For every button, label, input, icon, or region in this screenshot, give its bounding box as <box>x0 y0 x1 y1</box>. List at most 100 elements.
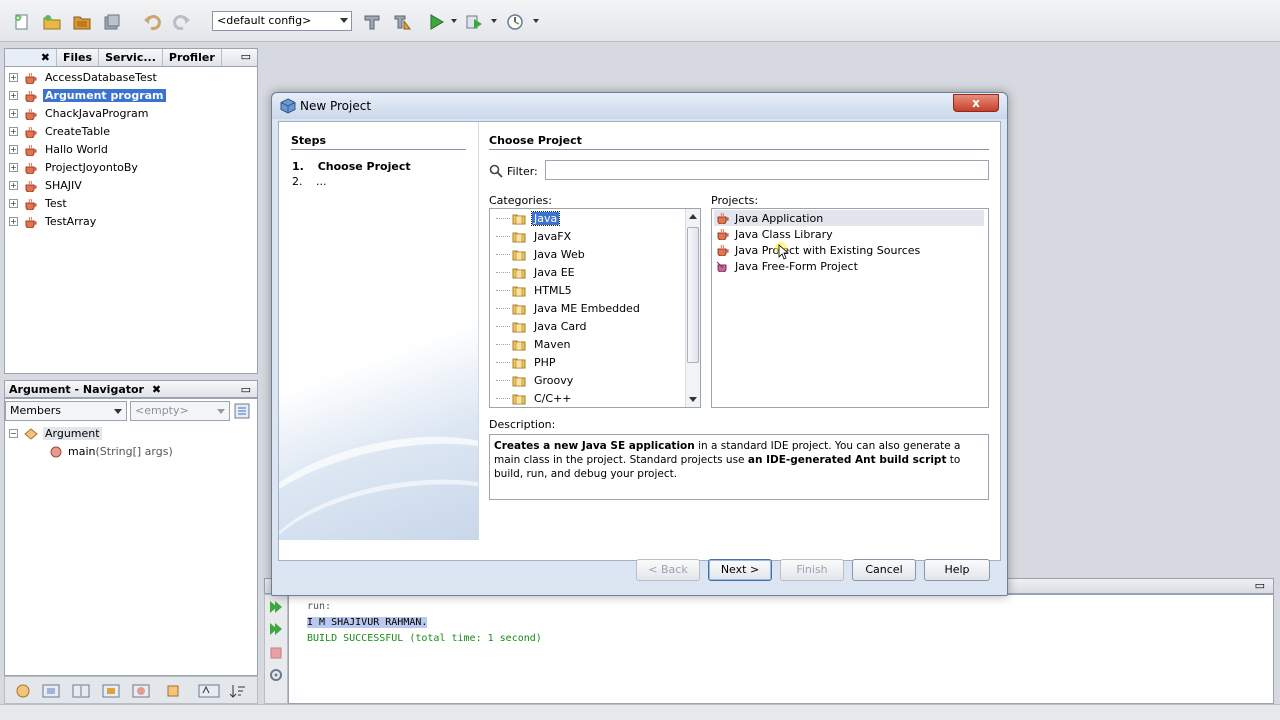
project-type-label: Java Class Library <box>735 227 833 241</box>
config-select[interactable]: <default config> <box>212 11 352 31</box>
close-icon[interactable]: ✖ <box>152 383 161 396</box>
navigator-class-node[interactable]: − Argument <box>9 425 102 442</box>
project-node[interactable]: + TestArray <box>9 213 98 230</box>
category-item[interactable]: JavaFX <box>496 228 573 245</box>
settings-icon[interactable] <box>268 667 284 683</box>
category-item[interactable]: PHP <box>496 354 558 371</box>
scroll-down-icon[interactable] <box>689 397 697 402</box>
filter-static-icon[interactable] <box>71 683 91 699</box>
profile-dropdown-icon[interactable] <box>533 19 539 23</box>
category-item[interactable]: Groovy <box>496 372 575 389</box>
help-button[interactable]: Help <box>924 559 990 581</box>
debug-dropdown-icon[interactable] <box>491 19 497 23</box>
redo-icon[interactable] <box>170 10 194 34</box>
filter-fields-icon[interactable] <box>41 683 61 699</box>
clean-build-icon[interactable] <box>390 10 414 34</box>
tab-files[interactable]: Files <box>57 49 100 67</box>
project-node[interactable]: + ChackJavaProgram <box>9 105 150 122</box>
profile-icon[interactable] <box>503 10 527 34</box>
cancel-button[interactable]: Cancel <box>852 559 916 581</box>
members-select-value: Members <box>10 404 61 417</box>
build-icon[interactable] <box>360 10 384 34</box>
new-project-dialog: New Project x Steps 1. Choose Project 2.… <box>271 92 1008 596</box>
project-node[interactable]: + ProjectJoyontoBy <box>9 159 140 176</box>
category-item[interactable]: Java EE <box>496 264 577 281</box>
output-console[interactable]: run: I M SHAJIVUR RAHMAN. BUILD SUCCESSF… <box>288 594 1274 704</box>
tree-connector <box>496 326 510 327</box>
navigator-filter-value: <empty> <box>135 404 189 417</box>
status-bar <box>0 704 1280 720</box>
project-type-item[interactable]: Java Class Library <box>714 226 984 242</box>
output-line-message: I M SHAJIVUR RAHMAN. <box>307 617 428 628</box>
project-type-label: Java Application <box>735 211 824 225</box>
open-project-icon[interactable] <box>70 10 94 34</box>
stop-icon[interactable] <box>268 645 284 661</box>
filter-nonpublic-icon[interactable] <box>101 683 121 699</box>
categories-scrollbar[interactable] <box>685 209 700 407</box>
category-item[interactable]: Maven <box>496 336 572 353</box>
project-node[interactable]: + SHAJIV <box>9 177 84 194</box>
navigator-toolbar <box>4 676 258 704</box>
navigator-options-icon[interactable] <box>233 402 251 420</box>
expand-icon[interactable]: + <box>9 163 18 172</box>
rerun-with-params-icon[interactable] <box>268 621 284 637</box>
run-dropdown-icon[interactable] <box>451 19 457 23</box>
sort-by-source-icon[interactable] <box>229 683 247 699</box>
expand-icon[interactable]: + <box>9 217 18 226</box>
tab-projects[interactable]: ✖ <box>5 49 57 67</box>
expand-icon[interactable]: + <box>9 145 18 154</box>
filter-inner-icon[interactable] <box>131 683 151 699</box>
collapse-icon[interactable]: − <box>9 429 18 438</box>
expand-icon[interactable]: + <box>9 199 18 208</box>
navigator-method-node[interactable]: main (String[] args) <box>49 443 173 460</box>
category-item[interactable]: C/C++ <box>496 390 574 407</box>
undo-icon[interactable] <box>140 10 164 34</box>
project-type-item[interactable]: Java Free-Form Project <box>714 258 984 274</box>
sort-by-name-icon[interactable] <box>197 683 221 699</box>
category-item[interactable]: Java ME Embedded <box>496 300 642 317</box>
category-item[interactable]: Java <box>496 210 561 227</box>
expand-icon[interactable]: + <box>9 109 18 118</box>
new-file-icon[interactable] <box>10 10 34 34</box>
minimize-icon[interactable]: ▭ <box>235 49 257 66</box>
project-type-item[interactable]: Java Project with Existing Sources <box>714 242 984 258</box>
close-button[interactable]: x <box>953 94 999 112</box>
expand-icon[interactable]: + <box>9 91 18 100</box>
step-label: Choose Project <box>317 160 411 173</box>
close-icon[interactable]: ✖ <box>41 51 50 64</box>
minimize-icon[interactable]: ▭ <box>1255 579 1265 592</box>
filter-input[interactable] <box>545 160 989 180</box>
project-node[interactable]: + AccessDatabaseTest <box>9 69 159 86</box>
project-type-item[interactable]: Java Application <box>714 210 984 226</box>
scrollbar-thumb[interactable] <box>687 227 699 363</box>
sort-type-icon[interactable] <box>165 683 181 699</box>
java-project-icon <box>25 144 37 156</box>
minimize-icon[interactable]: ▭ <box>241 383 251 396</box>
project-node[interactable]: + Argument program <box>9 87 166 104</box>
categories-list[interactable]: C/C++ Groovy PHP Maven Java Card Java ME Embe… <box>489 208 701 408</box>
expand-icon[interactable]: + <box>9 73 18 82</box>
tab-profiler[interactable]: Profiler <box>163 49 222 67</box>
debug-icon[interactable] <box>462 10 486 34</box>
project-node[interactable]: + Test <box>9 195 69 212</box>
rerun-icon[interactable] <box>268 599 284 615</box>
project-node[interactable]: + CreateTable <box>9 123 112 140</box>
finish-button[interactable]: Finish <box>780 559 844 581</box>
category-item[interactable]: HTML5 <box>496 282 574 299</box>
expand-icon[interactable]: + <box>9 127 18 136</box>
back-button[interactable]: < Back <box>636 559 700 581</box>
category-item[interactable]: Java Card <box>496 318 588 335</box>
tab-services[interactable]: Servic... <box>99 49 163 67</box>
scroll-up-icon[interactable] <box>689 214 697 219</box>
save-all-icon[interactable] <box>100 10 124 34</box>
filter-inherited-icon[interactable] <box>15 683 31 699</box>
members-select[interactable]: Members <box>5 401 127 421</box>
projects-list[interactable]: Java Application Java Class Library Java P… <box>711 208 989 408</box>
category-item[interactable]: Java Web <box>496 246 587 263</box>
navigator-filter-select[interactable]: <empty> <box>130 401 230 421</box>
project-node[interactable]: + Hallo World <box>9 141 110 158</box>
run-icon[interactable] <box>424 10 448 34</box>
expand-icon[interactable]: + <box>9 181 18 190</box>
next-button[interactable]: Next > <box>708 559 772 581</box>
new-project-icon[interactable] <box>40 10 64 34</box>
